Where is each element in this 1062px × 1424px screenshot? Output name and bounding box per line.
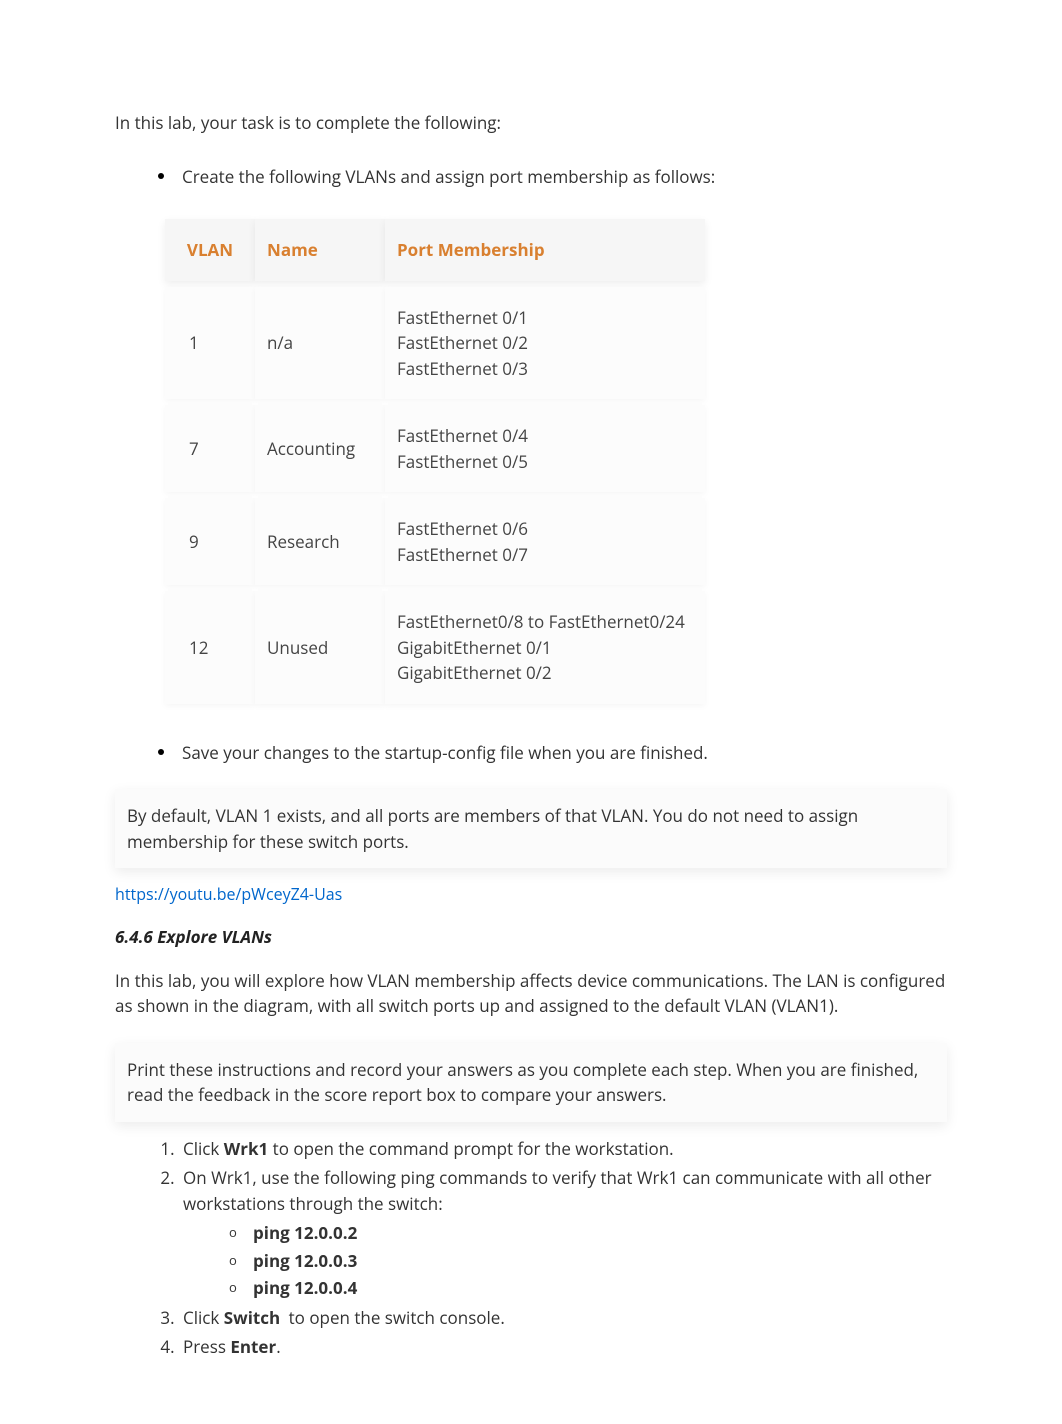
step-4: Press Enter. — [179, 1334, 947, 1360]
step-text: Click — [183, 1137, 224, 1160]
table-row: 1 n/a FastEthernet 0/1 FastEthernet 0/2 … — [165, 287, 705, 400]
port-line: FastEthernet 0/2 — [397, 330, 693, 356]
cell-vlan: 9 — [165, 498, 255, 585]
step-bold: Enter — [230, 1335, 276, 1358]
cell-vlan: 1 — [165, 287, 255, 400]
bullet-text-1: Create the following VLANs and assign po… — [182, 164, 715, 190]
cell-ports: FastEthernet0/8 to FastEthernet0/24 Giga… — [385, 591, 705, 704]
cell-ports: FastEthernet 0/6 FastEthernet 0/7 — [385, 498, 705, 585]
cell-name: Accounting — [255, 405, 385, 492]
vlan-table: VLAN Name Port Membership 1 n/a FastEthe… — [165, 213, 705, 710]
cell-name: Unused — [255, 591, 385, 704]
step-text: . — [276, 1335, 280, 1358]
table-row: 7 Accounting FastEthernet 0/4 FastEthern… — [165, 405, 705, 492]
bullet-item-1: Create the following VLANs and assign po… — [115, 164, 947, 190]
step-bold: Switch — [224, 1306, 280, 1329]
step-text: to open the command prompt for the works… — [268, 1137, 673, 1160]
port-line: FastEthernet 0/3 — [397, 356, 693, 382]
cell-ports: FastEthernet 0/4 FastEthernet 0/5 — [385, 405, 705, 492]
instructions-block: Print these instructions and record your… — [115, 1043, 947, 1122]
cell-vlan: 7 — [165, 405, 255, 492]
port-line: FastEthernet 0/1 — [397, 305, 693, 331]
step-2: On Wrk1, use the following ping commands… — [179, 1165, 947, 1301]
port-line: FastEthernet 0/6 — [397, 516, 693, 542]
section-heading: 6.4.6 Explore VLANs — [115, 924, 947, 950]
step-text: On Wrk1, use the following ping commands… — [183, 1166, 932, 1215]
port-line: FastEthernet0/8 to FastEthernet0/24 — [397, 609, 693, 635]
port-line: GigabitEthernet 0/1 — [397, 635, 693, 661]
step-text: Click — [183, 1306, 224, 1329]
header-name: Name — [255, 219, 385, 281]
step-3: Click Switch to open the switch console. — [179, 1305, 947, 1331]
port-line: FastEthernet 0/7 — [397, 542, 693, 568]
paragraph-lab-description: In this lab, you will explore how VLAN m… — [115, 968, 947, 1019]
bullet-text-2: Save your changes to the startup-config … — [182, 740, 708, 766]
step-1: Click Wrk1 to open the command prompt fo… — [179, 1136, 947, 1162]
port-line: FastEthernet 0/5 — [397, 449, 693, 475]
steps-list: Click Wrk1 to open the command prompt fo… — [179, 1136, 947, 1360]
bullet-item-2: Save your changes to the startup-config … — [115, 740, 947, 766]
bullet-icon — [158, 173, 164, 179]
table-row: 9 Research FastEthernet 0/6 FastEthernet… — [165, 498, 705, 585]
table-row: 12 Unused FastEthernet0/8 to FastEtherne… — [165, 591, 705, 704]
step-text: Press — [183, 1335, 230, 1358]
ping-item: ping 12.0.0.2 — [229, 1220, 947, 1246]
port-line: GigabitEthernet 0/2 — [397, 660, 693, 686]
header-vlan: VLAN — [165, 219, 255, 281]
cell-vlan: 12 — [165, 591, 255, 704]
cell-name: n/a — [255, 287, 385, 400]
table-header-row: VLAN Name Port Membership — [165, 219, 705, 281]
youtube-link[interactable]: https://youtu.be/pWceyZ4-Uas — [115, 882, 947, 906]
step-text: to open the switch console. — [284, 1306, 505, 1329]
step-bold: Wrk1 — [224, 1137, 268, 1160]
ping-item: ping 12.0.0.3 — [229, 1248, 947, 1274]
cell-ports: FastEthernet 0/1 FastEthernet 0/2 FastEt… — [385, 287, 705, 400]
cell-name: Research — [255, 498, 385, 585]
intro-text: In this lab, your task is to complete th… — [115, 110, 947, 136]
port-line: FastEthernet 0/4 — [397, 423, 693, 449]
header-port: Port Membership — [385, 219, 705, 281]
note-block: By default, VLAN 1 exists, and all ports… — [115, 789, 947, 868]
ping-item: ping 12.0.0.4 — [229, 1275, 947, 1301]
ping-sublist: ping 12.0.0.2 ping 12.0.0.3 ping 12.0.0.… — [229, 1220, 947, 1301]
bullet-icon — [158, 749, 164, 755]
